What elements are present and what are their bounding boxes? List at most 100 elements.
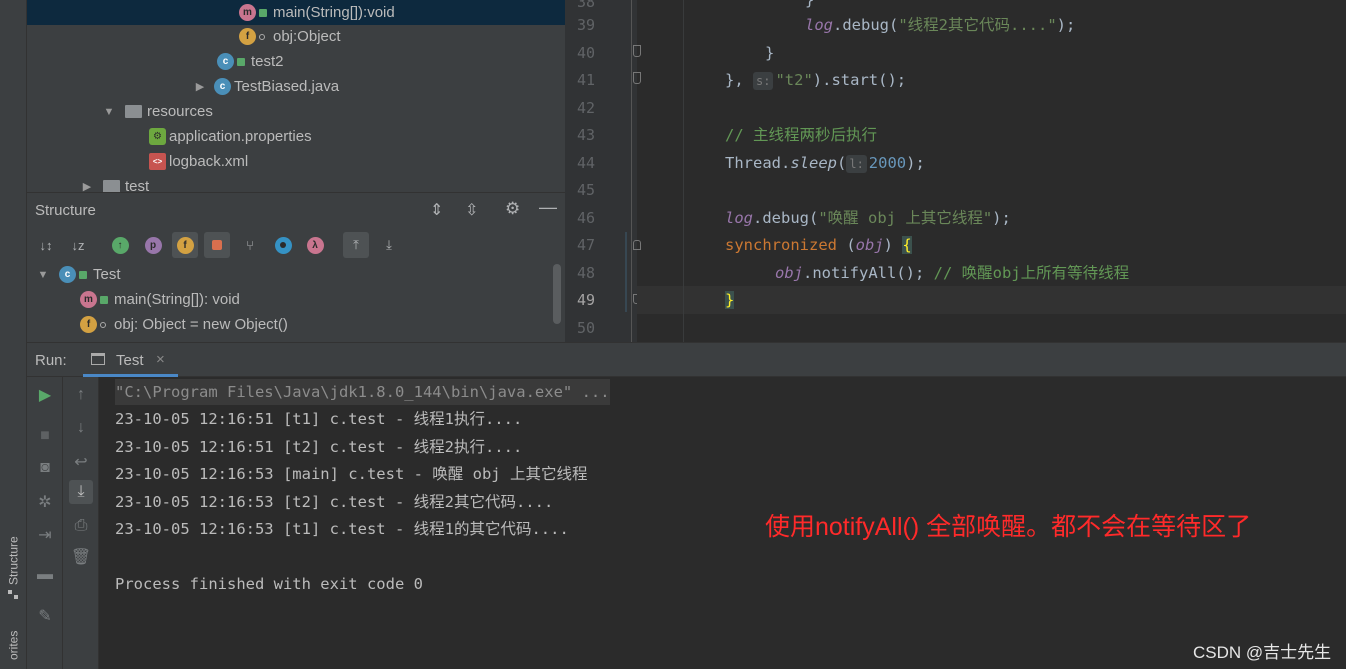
code-editor[interactable]: 38 39 40 41 42 43 44 45 46 47 48 49 50 }… [565,0,1346,342]
current-line-highlight [637,286,1346,314]
console-line: 23-10-05 12:16:51 [t1] c.test - 线程1执行...… [115,410,523,428]
line-number: 42 [576,99,595,117]
code-line-49: } [725,291,735,309]
structure-scrollbar[interactable] [553,264,561,324]
pin-icon[interactable]: ✎ [33,604,57,628]
structure-item-label: Test [93,266,121,283]
left-tool-window-strip: Structure orites [0,0,27,669]
favorites-side-tab[interactable]: orites [0,622,27,669]
code-line-40: } [765,44,775,62]
field-icon: f [80,316,97,333]
line-number: 43 [576,126,595,144]
scroll-to-end-icon[interactable]: ⤓ [69,480,93,504]
code-line-48: obj.notifyAll(); // 唤醒obj上所有等待线程 [775,264,1130,282]
trash-icon[interactable]: 🗑 [69,545,93,569]
down-arrow-icon[interactable]: ↓ [69,416,93,440]
collapse-all-icon[interactable]: ⇳ [465,200,478,220]
run-tab-label: Test [116,352,144,369]
structure-item-test-class[interactable]: ▼ c Test [35,262,121,287]
layout-icon[interactable]: ▬ [33,563,57,587]
console-line: 23-10-05 12:16:53 [t1] c.test - 线程1的其它代码… [115,520,569,538]
structure-item-obj[interactable]: f obj: Object = new Object() [80,312,288,337]
fold-marker-icon[interactable] [633,45,641,57]
stop-icon[interactable]: ■ [33,424,57,448]
code-line-39: log.debug("线程2其它代码...."); [805,16,1076,34]
method-icon: m [239,4,256,21]
tree-item-test2[interactable]: c test2 [217,49,284,74]
parameter-hint: l: [846,154,867,173]
run-toolbar-primary: ▶ ■ ◙ ✲ ⇥ ▬ ✎ [27,377,63,669]
sort-alphabetically-icon[interactable]: ↓z [65,232,91,258]
run-tab-test[interactable]: Test × [83,343,178,377]
line-number: 46 [576,209,595,227]
gear-icon[interactable]: ⚙ [505,199,520,219]
folder-icon [125,105,142,118]
field-icon: f [239,28,256,45]
class-icon: c [217,53,234,70]
expand-all-icon[interactable]: ⇕ [430,200,443,220]
run-toolbar-secondary: ↑ ↓ ↩ ⤓ ⎙ 🗑 [63,377,99,669]
print-icon[interactable]: ⎙ [69,514,93,538]
show-properties-icon[interactable]: p [140,232,166,258]
autoscroll-from-source-icon[interactable]: ⤓ [376,232,402,258]
sort-by-visibility-icon[interactable]: ↓↕ [33,232,59,258]
line-number: 50 [576,319,595,337]
show-lambdas-icon[interactable] [270,232,296,258]
annotation-text: 使用notifyAll() 全部唤醒。都不会在等待区了 [765,513,1252,541]
tree-item-obj-field[interactable]: f obj:Object [239,24,341,49]
public-lock-icon [259,8,267,17]
rerun-icon[interactable]: ▶ [33,383,57,407]
tree-item-main-method[interactable]: m main(String[]):void [27,0,565,25]
spring-properties-icon: ⚙ [149,128,166,145]
chevron-down-icon[interactable]: ▼ [35,269,51,281]
camera-icon[interactable]: ◙ [33,456,57,480]
soft-wrap-icon[interactable]: ↩ [69,450,93,474]
show-inherited-icon[interactable]: ↑ [107,232,133,258]
package-private-icon [100,321,106,328]
line-number: 40 [576,44,595,62]
debug-icon[interactable]: ✲ [33,490,57,514]
lambda-icon[interactable]: λ [302,232,328,258]
line-number: 41 [576,71,595,89]
favorites-side-tab-label: orites [6,630,21,661]
tree-item-test-folder[interactable]: ▶ test [79,174,149,192]
structure-item-label: obj: Object = new Object() [114,316,288,333]
up-arrow-icon[interactable]: ↑ [69,383,93,407]
exit-icon[interactable]: ⇥ [33,523,57,547]
chevron-right-icon[interactable]: ▶ [79,180,95,192]
minimize-icon[interactable]: — [539,197,557,218]
tree-item-label: main(String[]):void [273,4,395,21]
code-line-46: log.debug("唤醒 obj 上其它线程"); [725,209,1011,227]
tree-item-resources[interactable]: ▼ resources [101,99,213,124]
close-icon[interactable]: × [156,351,165,368]
show-anonymous-classes-icon[interactable]: ⑂ [237,232,263,258]
folder-icon [103,180,120,192]
console-line-exit: Process finished with exit code 0 [115,575,423,593]
code-line-44: Thread.sleep(l: 2000); [725,154,925,173]
console-line: 23-10-05 12:16:53 [t2] c.test - 线程2其它代码.… [115,493,554,511]
show-non-public-icon[interactable] [204,232,230,258]
class-icon: c [214,78,231,95]
tree-item-label: TestBiased.java [234,78,340,95]
tree-item-logback-xml[interactable]: <> logback.xml [149,149,248,174]
fold-marker-icon[interactable] [633,72,641,84]
code-line-41: }, s: "t2").start(); [725,71,907,90]
line-number: 45 [576,181,595,199]
show-fields-icon[interactable]: f [172,232,198,258]
chevron-right-icon[interactable]: ▶ [192,80,208,93]
fold-marker-icon[interactable] [633,240,641,250]
chevron-down-icon[interactable]: ▼ [101,106,117,118]
tree-item-application-properties[interactable]: ⚙ application.properties [149,124,312,149]
public-lock-icon [79,270,87,279]
tree-item-testbiased[interactable]: ▶ c TestBiased.java [192,74,339,99]
console-line: 23-10-05 12:16:53 [main] c.test - 唤醒 obj… [115,465,588,483]
structure-title: Structure [35,202,96,219]
structure-panel-header: Structure ⇕ ⇳ ⚙ — [27,192,565,228]
parameter-hint: s: [753,71,774,90]
code-line-47: synchronized (obj) { [725,236,912,254]
structure-item-main[interactable]: m main(String[]): void [80,287,240,312]
line-number: 47 [576,236,595,254]
autoscroll-to-source-icon[interactable]: ⤒ [343,232,369,258]
tree-item-label: test2 [251,53,284,70]
line-number: 48 [576,264,595,282]
